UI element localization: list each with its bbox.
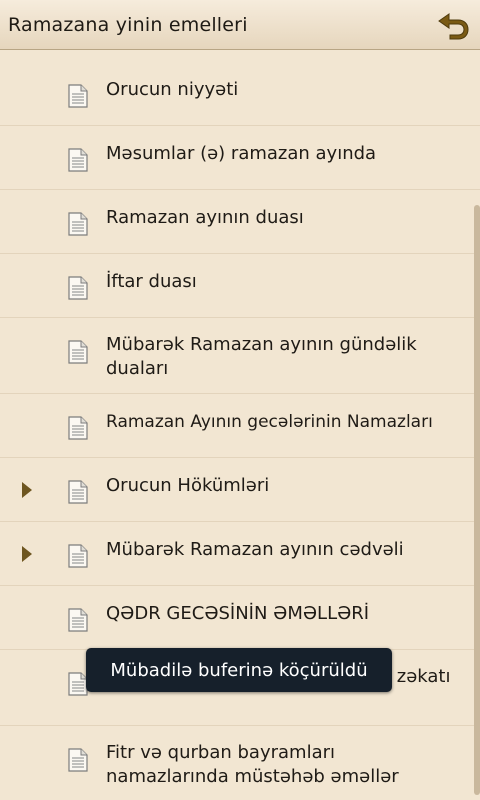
document-icon [68,748,88,772]
page-title: Ramazana yinin emelleri [8,14,248,36]
back-button[interactable] [434,6,474,44]
document-icon [68,276,88,300]
item-label: İftar duası [106,271,197,292]
item-label: Mübarək Ramazan ayının cədvəli [106,539,404,560]
list-item[interactable]: Orucun Hökümləri [0,458,480,522]
list-item[interactable]: QƏDR GECƏSİNİN ƏMƏLLƏRİ [0,586,480,650]
list-item[interactable]: İftar duası [0,254,480,318]
document-icon [68,608,88,632]
item-label: Ramazan Ayının gecələrinin Namazları [106,412,433,432]
list-item[interactable]: Mübarək Ramazan ayının gündəlik duaları [0,318,480,394]
list-item[interactable]: Ramazan ayının duası [0,190,480,254]
item-label: Orucun niyyəti [106,79,239,100]
list-item[interactable]: Mübarək Ramazan ayının cədvəli [0,522,480,586]
back-arrow-icon [438,13,469,40]
document-icon [68,148,88,172]
item-label: Məsumlar (ə) ramazan ayında [106,143,377,164]
item-label: Ramazan ayının duası [106,207,304,228]
document-icon [68,416,88,440]
expand-arrow-icon[interactable] [22,546,32,562]
toast-text: Mübadilə buferinə köçürüldü [110,659,368,681]
document-icon [68,340,88,364]
list-item[interactable]: Orucun niyyəti [0,62,480,126]
document-icon [68,544,88,568]
list-item[interactable]: Fitr və qurban bayramları namazlarında m… [0,726,480,800]
item-label: Mübarək Ramazan ayının gündəlik duaları [106,334,417,379]
document-icon [68,480,88,504]
app-header: Ramazana yinin emelleri [0,0,480,50]
list-item[interactable]: Ramazan Ayının gecələrinin Namazları [0,394,480,458]
copied-toast: Mübadilə buferinə köçürüldü [86,648,392,692]
item-label: QƏDR GECƏSİNİN ƏMƏLLƏRİ [106,603,370,624]
document-icon [68,212,88,236]
list-item[interactable]: Məsumlar (ə) ramazan ayında [0,126,480,190]
expand-arrow-icon[interactable] [22,482,32,498]
item-label: Orucun Hökümləri [106,475,270,496]
document-icon [68,84,88,108]
scrollbar[interactable] [474,205,480,795]
item-label: Fitr və qurban bayramları namazlarında m… [106,742,399,787]
